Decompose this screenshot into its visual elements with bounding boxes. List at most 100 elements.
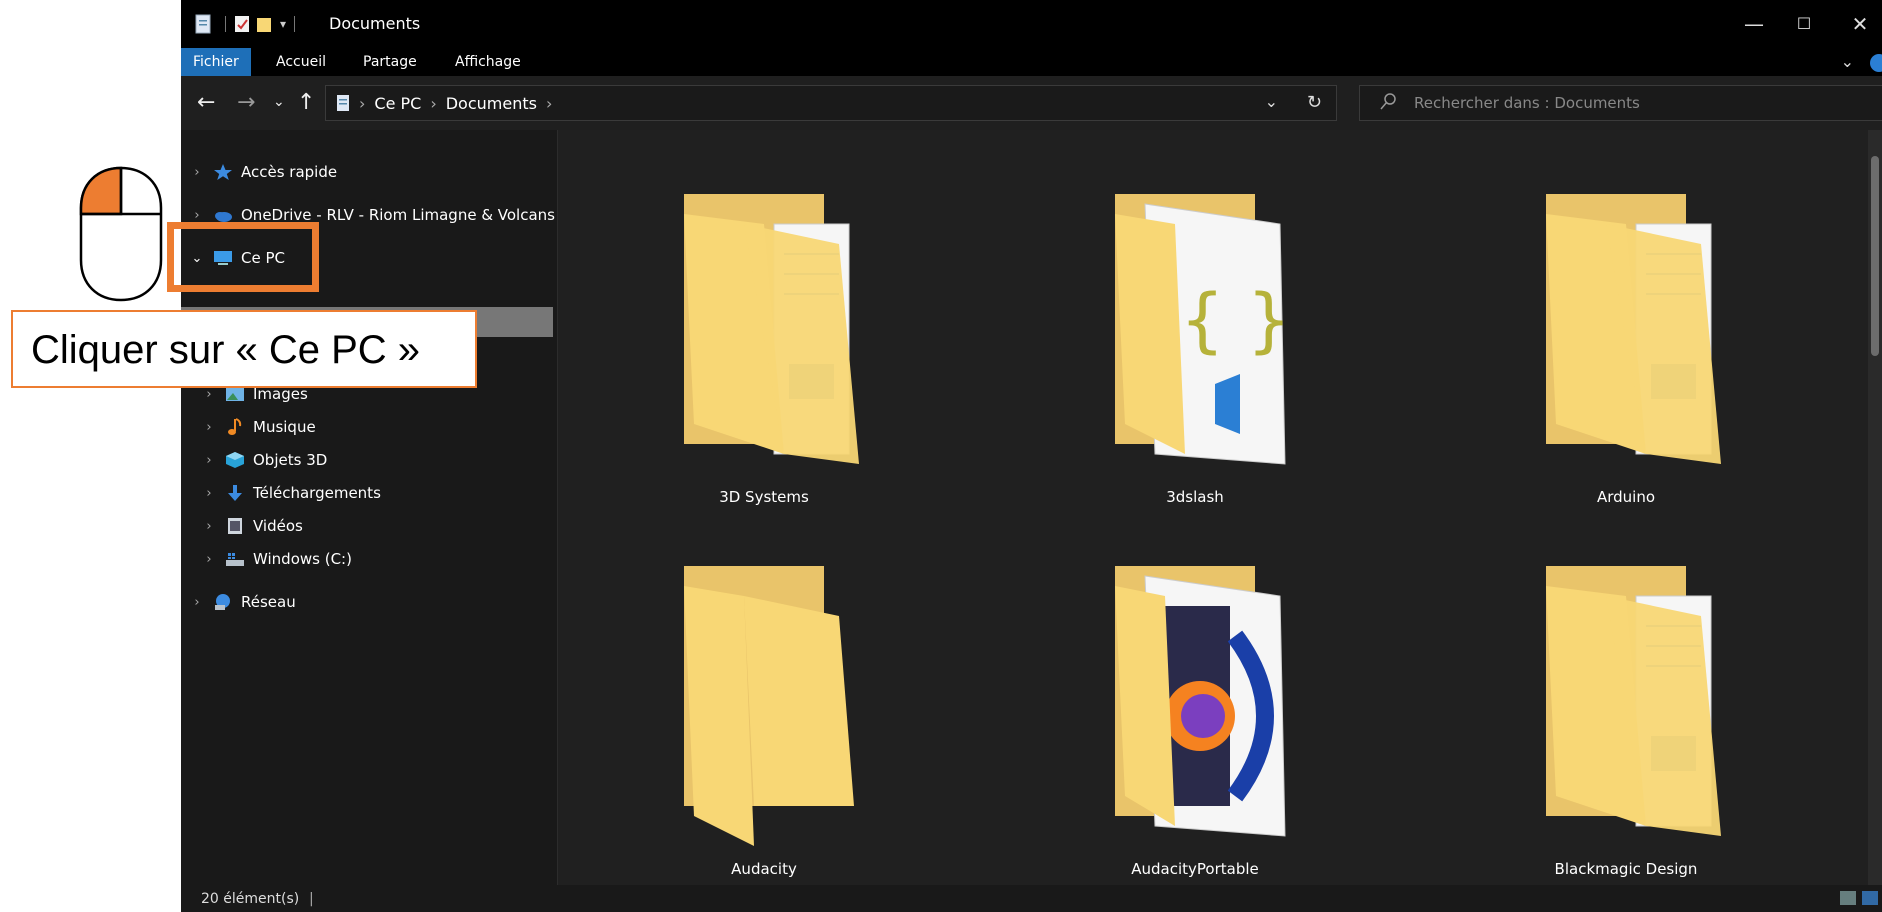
document-icon: [337, 95, 349, 111]
nav-label: Musique: [253, 418, 316, 436]
separator: [225, 16, 226, 32]
nav-item-telechargements[interactable]: › Téléchargements: [201, 481, 381, 505]
back-icon[interactable]: ←: [197, 90, 215, 115]
maximize-icon[interactable]: ☐: [1789, 14, 1819, 33]
download-icon: [228, 485, 242, 501]
nav-label: Vidéos: [253, 517, 303, 535]
nav-item-objets-3d[interactable]: › Objets 3D: [201, 448, 327, 472]
breadcrumb-documents[interactable]: Documents: [446, 94, 537, 113]
chevron-right-icon[interactable]: ›: [201, 519, 217, 534]
expand-ribbon-icon[interactable]: ⌄: [1841, 52, 1854, 71]
tab-partage[interactable]: Partage: [351, 48, 429, 76]
nav-label: Réseau: [241, 593, 296, 611]
folder-tile[interactable]: { } 3dslash: [1055, 174, 1335, 524]
folder-view: 3D Systems { } 3dslash Arduino Audacity …: [558, 130, 1882, 885]
search-input[interactable]: Rechercher dans : Documents: [1359, 85, 1882, 121]
folder-icon: [1546, 566, 1721, 836]
folder-name: Audacity: [731, 860, 797, 878]
nav-label: Accès rapide: [241, 163, 338, 181]
chevron-right-icon[interactable]: ›: [189, 595, 205, 610]
nav-item-reseau[interactable]: › Réseau: [189, 590, 296, 614]
network-icon: [215, 594, 230, 610]
search-icon: [1380, 93, 1396, 110]
tab-affichage[interactable]: Affichage: [443, 48, 533, 76]
address-row: ← → ⌄ ↑ › Ce PC › Documents › ⌄ ↻ Recher…: [181, 76, 1882, 130]
chevron-right-icon[interactable]: ›: [189, 208, 205, 223]
scrollbar[interactable]: [1868, 130, 1882, 885]
title-bar: ▾ Documents — ☐ ✕: [181, 0, 1882, 48]
nav-item-quick-access[interactable]: › Accès rapide: [189, 160, 337, 184]
folder-name: AudacityPortable: [1131, 860, 1259, 878]
refresh-icon[interactable]: ↻: [1307, 92, 1322, 113]
address-bar[interactable]: › Ce PC › Documents › ⌄ ↻: [325, 85, 1337, 121]
nav-label: Windows (C:): [253, 550, 352, 568]
nav-item-videos[interactable]: › Vidéos: [201, 514, 303, 538]
properties-icon[interactable]: [234, 14, 250, 34]
tab-fichier[interactable]: Fichier: [181, 48, 251, 76]
search-placeholder: Rechercher dans : Documents: [1414, 94, 1640, 112]
breadcrumb-ce-pc[interactable]: Ce PC: [374, 94, 421, 113]
folder-icon: [684, 566, 854, 846]
folder-name: 3dslash: [1166, 488, 1224, 506]
new-folder-icon[interactable]: [256, 14, 272, 34]
large-icons-view-icon[interactable]: [1862, 891, 1878, 905]
cube-icon: [226, 452, 244, 468]
customize-toolbar-icon[interactable]: ▾: [280, 17, 286, 31]
nav-label: Objets 3D: [253, 451, 328, 469]
drive-icon: [226, 553, 244, 566]
mouse-icon: [79, 166, 163, 302]
item-count: 20 élément(s): [201, 891, 300, 907]
details-view-icon[interactable]: [1840, 891, 1856, 905]
forward-icon[interactable]: →: [237, 90, 255, 115]
folder-tile[interactable]: Audacity: [624, 546, 904, 896]
nav-item-windows-c[interactable]: › Windows (C:): [201, 547, 352, 571]
instruction-text: Cliquer sur « Ce PC »: [31, 328, 421, 372]
quick-access-toolbar: ▾: [195, 13, 303, 35]
window-title: Documents: [329, 14, 421, 33]
separator: [294, 16, 296, 32]
chevron-right-icon[interactable]: ›: [189, 165, 205, 180]
status-separator: |: [309, 891, 314, 907]
star-icon: [214, 164, 232, 180]
folder-icon: [1115, 566, 1286, 837]
close-icon[interactable]: ✕: [1845, 12, 1875, 36]
chevron-right-icon[interactable]: ›: [201, 552, 217, 567]
folder-icon: [684, 194, 859, 464]
ribbon-tabs: Fichier Accueil Partage Affichage ⌄: [181, 48, 1882, 76]
chevron-right-icon: ›: [359, 93, 366, 113]
chevron-right-icon[interactable]: ›: [546, 94, 552, 113]
folder-icon: { }: [1115, 194, 1291, 465]
help-icon[interactable]: [1870, 54, 1882, 72]
nav-item-musique[interactable]: › Musique: [201, 415, 316, 439]
chevron-right-icon[interactable]: ›: [430, 94, 436, 113]
folder-tile[interactable]: Blackmagic Design: [1486, 546, 1766, 896]
folder-name: 3D Systems: [719, 488, 809, 506]
explorer-window: ▾ Documents — ☐ ✕ Fichier Accueil Partag…: [181, 0, 1882, 912]
minimize-icon[interactable]: —: [1739, 12, 1769, 36]
music-icon: [228, 418, 242, 435]
chevron-down-icon[interactable]: ⌄: [1265, 92, 1278, 111]
recent-locations-icon[interactable]: ⌄: [273, 94, 285, 110]
nav-label: Téléchargements: [253, 484, 381, 502]
video-icon: [228, 518, 242, 534]
folder-tile[interactable]: Arduino: [1486, 174, 1766, 524]
folder-name: Blackmagic Design: [1554, 860, 1698, 878]
up-icon[interactable]: ↑: [297, 90, 315, 115]
folder-tile[interactable]: 3D Systems: [624, 174, 904, 524]
scrollbar-thumb[interactable]: [1871, 156, 1879, 356]
chevron-right-icon[interactable]: ›: [201, 453, 217, 468]
document-icon[interactable]: [195, 14, 211, 34]
chevron-right-icon[interactable]: ›: [201, 486, 217, 501]
folder-tile[interactable]: AudacityPortable: [1055, 546, 1335, 896]
folder-icon: [1546, 194, 1721, 464]
chevron-right-icon[interactable]: ›: [201, 420, 217, 435]
folder-name: Arduino: [1596, 488, 1656, 506]
view-toggle: [1840, 891, 1878, 905]
chevron-right-icon[interactable]: ›: [201, 387, 217, 402]
status-bar: 20 élément(s) |: [181, 885, 1882, 912]
instruction-callout: Cliquer sur « Ce PC »: [11, 310, 477, 388]
highlight-box: [167, 222, 319, 292]
breadcrumb: › Ce PC › Documents ›: [336, 86, 561, 120]
tab-accueil[interactable]: Accueil: [264, 48, 338, 76]
svg-text:{ }: { }: [1180, 279, 1291, 361]
